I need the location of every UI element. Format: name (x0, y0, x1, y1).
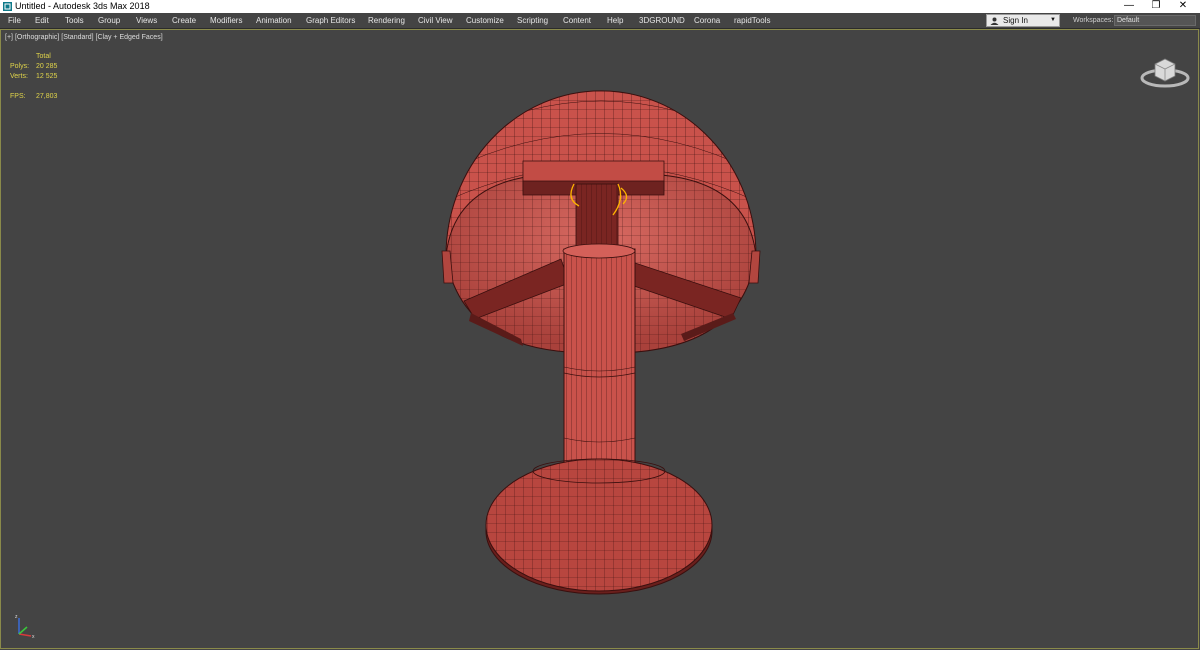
workspace-value: Default (1117, 17, 1140, 24)
menu-rendering[interactable]: Rendering (368, 13, 405, 28)
menu-help[interactable]: Help (607, 13, 623, 28)
perspective-viewport[interactable]: [+] [Orthographic] [Standard] [Clay + Ed… (0, 29, 1199, 649)
window-title: Untitled - Autodesk 3ds Max 2018 (15, 1, 150, 11)
3dsmax-app-icon[interactable] (3, 2, 12, 11)
workspace-select[interactable]: Default (1114, 15, 1196, 26)
svg-text:z: z (15, 614, 18, 620)
sign-in-dropdown[interactable]: Sign In ▼ (986, 14, 1060, 27)
menu-create[interactable]: Create (172, 13, 196, 28)
menu-customize[interactable]: Customize (466, 13, 504, 28)
axis-tripod-icon: z x (15, 614, 35, 640)
menu-3dground[interactable]: 3DGROUND (639, 13, 685, 28)
menu-civil-view[interactable]: Civil View (418, 13, 453, 28)
menu-bar: File Edit Tools Group Views Create Modif… (0, 13, 1200, 29)
sign-in-label: Sign In (1003, 16, 1028, 25)
menu-rapidtools[interactable]: rapidTools (734, 13, 770, 28)
viewcube-icon[interactable] (1139, 54, 1191, 88)
workspaces-label: Workspaces: (1073, 17, 1114, 24)
menu-tools[interactable]: Tools (65, 13, 84, 28)
close-button[interactable]: ✕ (1170, 0, 1196, 13)
minimize-button[interactable]: — (1116, 0, 1142, 13)
menu-content[interactable]: Content (563, 13, 591, 28)
title-bar: Untitled - Autodesk 3ds Max 2018 — ❐ ✕ (0, 0, 1200, 13)
menu-graph-editors[interactable]: Graph Editors (306, 13, 355, 28)
menu-group[interactable]: Group (98, 13, 120, 28)
user-icon (990, 17, 999, 25)
lamp-stem[interactable] (562, 243, 636, 466)
menu-animation[interactable]: Animation (256, 13, 292, 28)
menu-scripting[interactable]: Scripting (517, 13, 548, 28)
maximize-button[interactable]: ❐ (1143, 0, 1169, 13)
lamp-model[interactable] (1, 30, 1198, 648)
menu-file[interactable]: File (8, 13, 21, 28)
chevron-down-icon: ▼ (1050, 17, 1056, 23)
lamp-base[interactable] (485, 457, 713, 595)
menu-corona[interactable]: Corona (694, 13, 720, 28)
menu-modifiers[interactable]: Modifiers (210, 13, 242, 28)
svg-text:x: x (32, 634, 35, 640)
menu-views[interactable]: Views (136, 13, 157, 28)
menu-edit[interactable]: Edit (35, 13, 49, 28)
